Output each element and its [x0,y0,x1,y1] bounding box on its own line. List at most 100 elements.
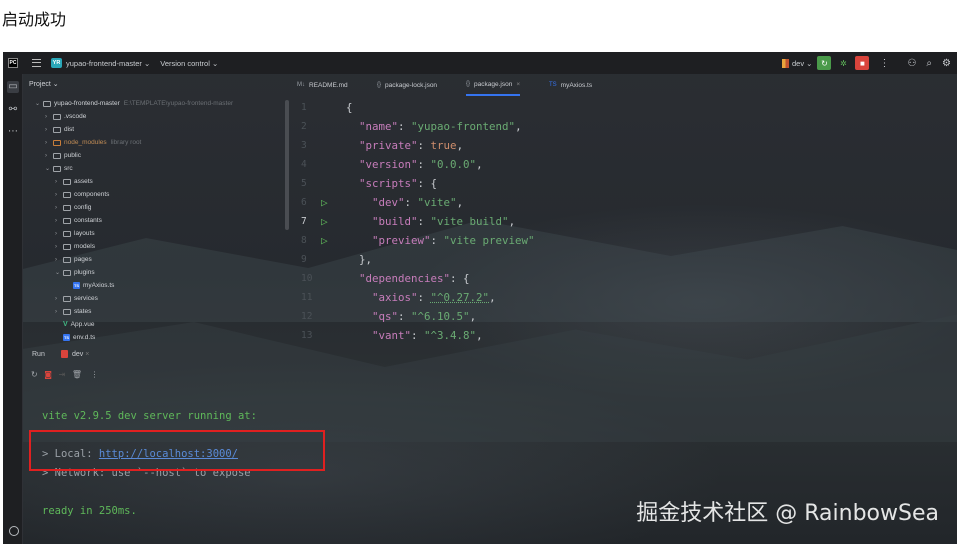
chevron-right-icon[interactable]: › [55,244,63,250]
tree-item-label: myAxios.ts [83,282,115,289]
folder-icon [63,295,71,302]
chevron-right-icon[interactable]: › [45,140,53,146]
tree-item[interactable]: ⌄ src [45,162,73,175]
project-panel-title: Project [29,81,51,88]
tree-item-label: states [74,308,92,315]
tree-item[interactable]: › pages [55,253,92,266]
run-config-tab[interactable]: dev × [72,351,89,358]
tree-item[interactable]: › services [55,292,98,305]
tree-item-label: assets [74,178,93,185]
tree-item[interactable]: › layouts [55,227,95,240]
chevron-right-icon[interactable]: › [55,231,63,237]
project-panel-header[interactable]: Project ⌄ [29,80,59,88]
tree-item[interactable]: › components [55,188,109,201]
run-tab-label[interactable]: Run [32,351,45,358]
editor-tab-label: package.json [474,80,513,88]
console-server-line: vite v2.9.5 dev server running at: [42,410,257,422]
search-icon[interactable]: ⌕ [926,58,932,69]
tree-item[interactable]: TS env.d.ts [55,331,95,344]
tree-item-label: constants [74,217,102,224]
close-tab-icon[interactable]: × [516,81,520,88]
tree-item[interactable]: ⌄ plugins [55,266,95,279]
chevron-down-icon[interactable]: ⌄ [35,100,43,107]
main-menu-icon[interactable] [32,59,41,67]
chevron-right-icon[interactable]: › [45,153,53,159]
tree-item[interactable]: › public [45,149,81,162]
debug-icon[interactable]: ✲ [836,56,850,70]
editor-tab[interactable]: {} package.json × [466,74,521,96]
project-switcher[interactable]: yupao-frontend-master ⌄ [66,59,150,68]
editor-tab[interactable]: M↓ README.md [297,74,348,96]
tree-item-label: env.d.ts [73,334,96,341]
stop-console-icon[interactable]: ◙ [44,370,52,379]
terminal-icon[interactable] [9,526,19,536]
code-line: 4 "version": "0.0.0", [291,155,951,174]
tree-item[interactable]: › node_modules library root [45,136,141,149]
tree-item-label: config [74,204,92,211]
chevron-right-icon[interactable]: › [55,192,63,198]
chevron-right-icon[interactable]: › [55,179,63,185]
chevron-down-icon[interactable]: ⌄ [45,165,53,172]
tree-item[interactable]: › config [55,201,91,214]
file-type-icon: {} [466,81,471,87]
file-type-icon: {} [377,82,382,88]
clear-console-icon[interactable]: 🗑 [72,370,82,379]
account-icon[interactable]: ⚇ [907,58,916,69]
file-type-icon: M↓ [297,82,305,88]
project-tool-icon[interactable]: ▭ [7,81,19,93]
settings-icon[interactable]: ⚙ [942,58,951,69]
stop-icon[interactable]: ■ [855,56,870,70]
restore-layout-icon[interactable]: ⇥ [59,370,66,379]
chevron-right-icon[interactable]: › [45,127,53,133]
folder-icon [53,139,61,146]
structure-tool-icon[interactable]: ⚯ [7,104,19,116]
code-line: 7 ▷ "build": "vite build", [291,212,951,231]
more-actions-icon[interactable]: ⋮ [879,58,889,69]
tree-item[interactable]: › .vscode [45,110,86,123]
code-text: "scripts": { [359,177,438,190]
chevron-right-icon[interactable]: › [55,218,63,224]
line-number: 13 [301,330,313,341]
tree-item-label: layouts [74,230,95,237]
typescript-file-icon: TS [63,334,70,341]
rerun-console-icon[interactable]: ↻ [31,370,38,379]
editor-tab-label: README.md [309,81,348,89]
close-run-tab-icon[interactable]: × [85,351,89,358]
tree-item-note: E:\TEMPLATE\yupao-frontend-master [123,100,234,107]
editor-tab[interactable]: TS myAxios.ts [549,74,592,96]
console-more-icon[interactable]: ⋮ [91,370,99,379]
run-script-icon[interactable]: ▷ [321,196,328,209]
run-script-icon[interactable]: ▷ [321,234,328,247]
editor-tab[interactable]: {} package-lock.json [377,74,437,96]
tree-item[interactable]: › dist [45,123,74,136]
chevron-right-icon[interactable]: › [55,205,63,211]
code-text: "axios": "^0.27.2", [372,291,496,304]
chevron-right-icon[interactable]: › [45,114,53,120]
tree-item[interactable]: ⌄ yupao-frontend-master E:\TEMPLATE\yupao-… [35,97,233,110]
tree-item[interactable]: › assets [55,175,93,188]
tree-item[interactable]: V App.vue [55,318,95,331]
project-name: yupao-frontend-master [66,58,142,68]
tree-item[interactable]: › states [55,305,91,318]
run-config-selector[interactable]: dev ⌄ [792,59,812,68]
line-number: 4 [301,159,307,170]
chevron-down-icon[interactable]: ⌄ [55,269,63,276]
code-line: 5 "scripts": { [291,174,951,193]
highlight-box [29,430,325,471]
version-control-menu[interactable]: Version control ⌄ [160,59,218,68]
chevron-right-icon[interactable]: › [55,257,63,263]
tree-item-label: pages [74,256,92,263]
folder-icon [63,178,71,185]
more-tools-icon[interactable]: ⋯ [7,126,19,138]
run-script-icon[interactable]: ▷ [321,215,328,228]
tree-item[interactable]: › models [55,240,95,253]
tree-item[interactable]: › constants [55,214,102,227]
folder-icon [63,191,71,198]
run-panel-header: Run dev × [23,349,957,363]
rerun-icon[interactable]: ↻ [817,56,832,70]
line-number: 12 [301,311,313,322]
chevron-right-icon[interactable]: › [55,296,63,302]
chevron-right-icon[interactable]: › [55,309,63,315]
tree-item[interactable]: TS myAxios.ts [65,279,114,292]
project-scrollbar[interactable] [285,100,289,230]
